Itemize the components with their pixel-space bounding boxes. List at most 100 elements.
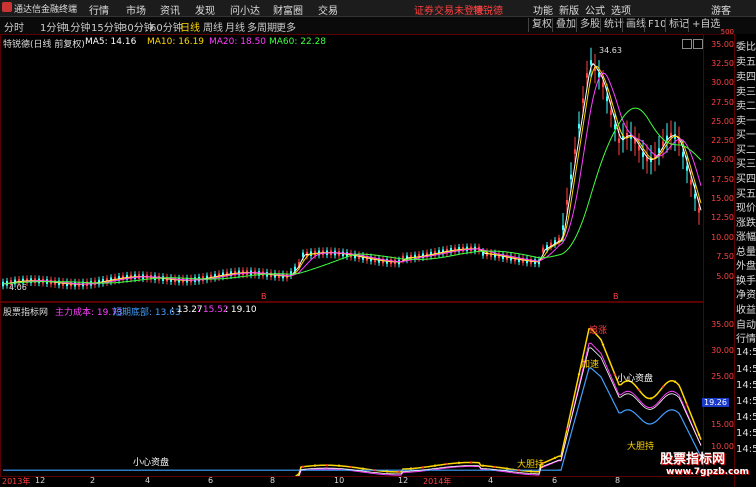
- side-panel-item: 现价: [736, 203, 756, 214]
- annotation-label: 追涨: [589, 326, 608, 336]
- menu-wealth[interactable]: 财富圈: [273, 2, 303, 17]
- signal-dot: [565, 427, 569, 431]
- signal-dot: [481, 464, 485, 467]
- tab-weekly[interactable]: 周线: [203, 19, 223, 34]
- main-y-axis: 500 35.00 32.50 30.00 27.50 25.00 22.50 …: [704, 28, 734, 302]
- signal-dot: [697, 433, 701, 436]
- menu-trade[interactable]: 交易: [318, 2, 338, 17]
- annotation-label: 小心资盘: [133, 458, 170, 468]
- y-tick: 12.50: [711, 213, 734, 222]
- overlay-button[interactable]: 叠加: [552, 18, 579, 32]
- tab-intraday[interactable]: 分时: [4, 19, 24, 34]
- side-panel-item: 买一: [736, 130, 756, 141]
- ma10-line: [2, 65, 702, 285]
- indicator-sub-chart[interactable]: 股票指标网 主力成本: 19.73 短期底部: 13.63 : 13.27 : …: [0, 302, 704, 477]
- y-tick: 10.00: [711, 233, 734, 242]
- date-label: 2014年: [423, 477, 452, 486]
- tab-5min[interactable]: 1分钟: [64, 19, 90, 34]
- stock-link[interactable]: 特锐德: [473, 2, 503, 17]
- side-panel-item: 净资: [736, 290, 756, 301]
- low-price-label: 4.06: [9, 283, 27, 292]
- signal-dot: [349, 465, 353, 469]
- tab-multi[interactable]: 多周期: [247, 19, 277, 34]
- date-label: 8: [270, 476, 276, 485]
- date-label: 12: [398, 476, 409, 485]
- menu-function[interactable]: 功能: [533, 2, 553, 17]
- menu-market[interactable]: 市场: [126, 2, 146, 17]
- unit-label: 500: [720, 28, 734, 36]
- close-icon[interactable]: [693, 39, 703, 49]
- tab-1min[interactable]: 1分钟: [40, 19, 66, 34]
- side-panel-item: 外盘: [736, 261, 756, 272]
- side-panel-item: 换手: [736, 276, 756, 287]
- y-tick: 7.50: [716, 252, 734, 261]
- tab-60min[interactable]: 60分钟: [150, 19, 183, 34]
- date-label: 12: [35, 476, 46, 485]
- signal-dot: [433, 464, 437, 467]
- side-panel-item: 14:50: [736, 347, 756, 358]
- kline-main-chart[interactable]: 特锐德(日线 前复权) MA5: 14.16 MA10: 16.19 MA20:…: [0, 34, 704, 302]
- menu-market-quotes[interactable]: 行情: [89, 2, 109, 17]
- y-tick: 35.00: [711, 40, 734, 49]
- y-tick: 25.00: [711, 117, 734, 126]
- side-panel-item: 涨跌: [736, 218, 756, 229]
- signal-dot: [457, 461, 461, 465]
- menu-options[interactable]: 选项: [611, 2, 631, 17]
- signal-dot: [673, 380, 677, 383]
- menu-bar: 通达信金融终端 行情 市场 资讯 发现 问小达 财富圈 交易 证券交易未登录 特…: [0, 0, 756, 17]
- signal-dot: [529, 470, 533, 473]
- maximize-icon[interactable]: [682, 39, 692, 49]
- menu-news[interactable]: 资讯: [160, 2, 180, 17]
- ma60-line: [2, 107, 702, 285]
- menu-new-version[interactable]: 新版: [559, 2, 579, 17]
- ma5-line: [2, 62, 702, 285]
- watermark-text: 股票指标网: [660, 452, 726, 467]
- signal-dot: [469, 461, 473, 464]
- y-tick: 25.00: [711, 372, 734, 381]
- tab-30min[interactable]: 30分钟: [121, 19, 154, 34]
- signal-dot: [577, 373, 581, 376]
- quote-side-panel: 委比 卖五 卖四 卖三 卖二 卖一 买一 买二 买三 买四 买五 现价 涨跌 涨幅 总量 外盘 换手 净资 收益 自动…: [734, 34, 756, 487]
- date-label: 2013年: [2, 477, 31, 486]
- signal-dot: [337, 464, 341, 467]
- side-panel-item: 涨幅: [736, 232, 756, 243]
- date-label: 4: [488, 476, 494, 485]
- menu-ask[interactable]: 问小达: [230, 2, 260, 17]
- menu-formula[interactable]: 公式: [585, 2, 605, 17]
- signal-dot: [373, 469, 377, 472]
- side-panel-item: 总量: [736, 247, 756, 258]
- high-price-label: 34.63: [599, 46, 622, 55]
- buy-marker: B: [261, 292, 267, 301]
- signal-dot: [361, 467, 365, 470]
- side-panel-item: 卖二: [736, 101, 756, 112]
- y-tick: 5.00: [716, 272, 734, 281]
- app-logo-icon: [2, 2, 12, 12]
- side-panel-item: 14:50: [736, 412, 756, 423]
- y-tick: 35.00: [711, 320, 734, 329]
- side-panel-item: 14:50: [736, 428, 756, 439]
- y-tick: 15.00: [711, 420, 734, 429]
- buy-marker: B: [613, 292, 619, 301]
- restore-button[interactable]: 复权: [528, 18, 555, 32]
- side-panel-item: 14:50: [736, 396, 756, 407]
- guest-user[interactable]: 游客: [711, 2, 731, 17]
- tab-15min[interactable]: 15分钟: [91, 19, 124, 34]
- y-tick: 32.50: [711, 59, 734, 68]
- tab-monthly[interactable]: 月线: [225, 19, 245, 34]
- tab-more[interactable]: 更多: [276, 19, 296, 34]
- signal-dot: [613, 373, 617, 376]
- side-panel-item: 买三: [736, 159, 756, 170]
- side-panel-item: 卖三: [736, 87, 756, 98]
- annotation-label: 小心资盘: [617, 374, 654, 384]
- menu-discover[interactable]: 发现: [195, 2, 215, 17]
- multi-stock-button[interactable]: 多股: [576, 18, 603, 32]
- annotation-label: 加速: [581, 360, 600, 370]
- add-favorite-button[interactable]: +自选: [688, 18, 723, 32]
- side-panel-item: 买五: [736, 189, 756, 200]
- signal-dot: [637, 388, 641, 392]
- y-tick: 22.50: [711, 136, 734, 145]
- signal-dot: [661, 385, 665, 389]
- date-axis: 2013年 12 2 4 6 8 10 12 2014年 4 6 8: [0, 476, 704, 487]
- tab-daily[interactable]: 日线: [180, 19, 200, 34]
- side-panel-item: 卖五: [736, 57, 756, 68]
